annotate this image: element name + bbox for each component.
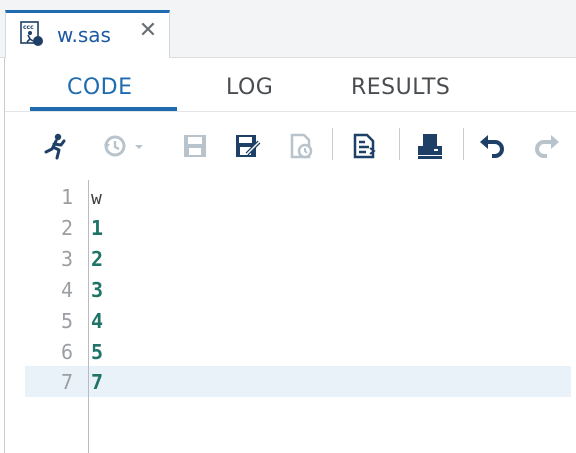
undo-icon xyxy=(480,135,504,158)
save-as-button[interactable] xyxy=(233,130,263,162)
save-button[interactable] xyxy=(180,130,210,162)
tab-results[interactable]: RESULTS xyxy=(351,75,450,100)
code-line: 4 3 xyxy=(25,274,571,305)
close-icon[interactable]: ✕ xyxy=(136,19,160,43)
code-snippet-button[interactable] xyxy=(350,130,380,162)
format-icon xyxy=(290,133,313,159)
code-text[interactable]: w xyxy=(91,188,102,209)
redo-button[interactable] xyxy=(532,130,562,162)
code-snippet-icon xyxy=(353,133,376,159)
gutter-divider xyxy=(88,180,89,453)
run-icon xyxy=(44,133,66,160)
code-text[interactable]: 5 xyxy=(91,340,103,364)
tab-log[interactable]: LOG xyxy=(226,75,273,100)
line-number: 7 xyxy=(60,370,73,394)
code-text[interactable]: 4 xyxy=(91,309,103,333)
history-button[interactable] xyxy=(102,130,150,162)
undo-button[interactable] xyxy=(477,130,507,162)
line-number: 3 xyxy=(60,247,73,271)
line-number: 5 xyxy=(60,309,73,333)
code-line: 6 5 xyxy=(25,336,571,367)
file-tab-w-sas[interactable]: ccc w.sas ✕ xyxy=(5,10,170,59)
run-button[interactable] xyxy=(41,130,71,162)
code-text[interactable]: 7 xyxy=(91,370,103,394)
code-line: 2 1 xyxy=(25,212,571,243)
svg-text:ccc: ccc xyxy=(23,24,34,31)
code-line: 1 w xyxy=(25,181,571,212)
editor-toolbar xyxy=(5,112,576,180)
toolbar-separator xyxy=(463,128,464,160)
format-code-button[interactable] xyxy=(287,130,317,162)
code-text[interactable]: 2 xyxy=(91,247,103,271)
print-button[interactable] xyxy=(415,130,445,162)
view-tabs: CODE LOG RESULTS xyxy=(5,58,576,112)
code-line: 5 4 xyxy=(25,305,571,336)
toolbar-separator xyxy=(399,128,400,160)
line-number: 6 xyxy=(60,340,73,364)
code-text[interactable]: 1 xyxy=(91,216,103,240)
code-line: 3 2 xyxy=(25,243,571,274)
code-line-current: 7 7 xyxy=(25,366,571,397)
toolbar-separator xyxy=(332,128,333,160)
save-icon xyxy=(184,135,206,157)
save-as-icon xyxy=(236,135,261,157)
sas-program-file-icon: ccc xyxy=(19,20,45,48)
line-number: 1 xyxy=(60,185,73,209)
code-text[interactable]: 3 xyxy=(91,278,103,302)
redo-icon xyxy=(535,135,559,158)
file-tab-name: w.sas xyxy=(57,23,111,47)
history-icon xyxy=(104,135,143,157)
tab-code[interactable]: CODE xyxy=(67,75,133,100)
line-number: 2 xyxy=(60,216,73,240)
print-icon xyxy=(418,134,442,159)
file-tab-strip: ccc w.sas ✕ xyxy=(0,0,576,59)
line-number: 4 xyxy=(60,278,73,302)
